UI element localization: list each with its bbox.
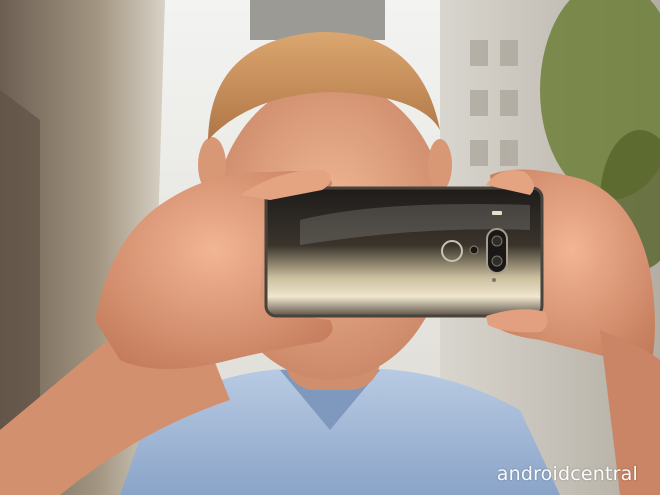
ear-right xyxy=(428,139,452,191)
smartphone xyxy=(264,186,544,318)
watermark-text: androidcentral xyxy=(496,463,638,485)
sensor-dot xyxy=(492,211,502,215)
camera-lens-bottom xyxy=(491,255,503,267)
phone-mic xyxy=(492,278,496,282)
photo-scene: androidcentral xyxy=(0,0,660,495)
flash-icon xyxy=(469,245,479,255)
camera-lens-top xyxy=(491,235,503,247)
photo-illustration xyxy=(0,0,660,495)
